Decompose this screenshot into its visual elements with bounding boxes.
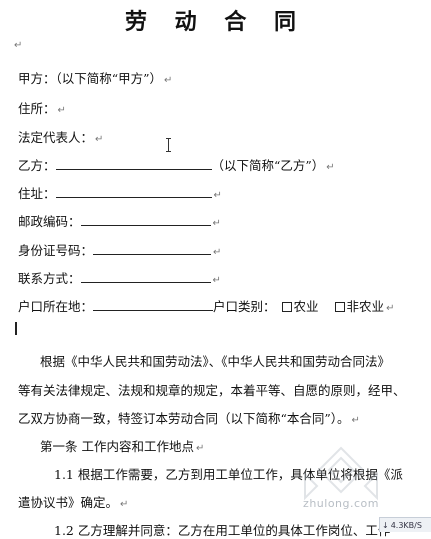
agri-checkbox[interactable] bbox=[281, 302, 292, 312]
party-a-line[interactable]: 甲方：（以下简称“甲方”） ↵ bbox=[18, 68, 172, 87]
clause-1-1-line-2-text: 遣协议书》确定。 bbox=[18, 495, 119, 510]
id-number-line[interactable]: 身份证号码： ↵ bbox=[18, 240, 221, 259]
household-type-label: 户口类别： bbox=[213, 299, 276, 314]
contact-line[interactable]: 联系方式： ↵ bbox=[18, 268, 221, 287]
postal-code-label: 邮政编码： bbox=[18, 214, 81, 229]
address-label: 住址： bbox=[18, 186, 56, 201]
paragraph-mark: ↵ bbox=[351, 415, 360, 426]
paragraph-mark: ↵ bbox=[213, 190, 222, 201]
party-b-suffix: （以下简称“乙方”） bbox=[211, 158, 325, 173]
paragraph-mark: ↵ bbox=[120, 499, 129, 510]
clause-1-1-line-2: 遣协议书》确定。 ↵ bbox=[18, 492, 128, 511]
text-caret bbox=[15, 322, 17, 335]
paragraph-mark: ↵ bbox=[57, 105, 66, 116]
ibeam-cursor-icon bbox=[166, 138, 171, 152]
residence-label: 住所： bbox=[18, 101, 56, 116]
household-line[interactable]: 户口所在地： 户口类别： 农业 非农业 ↵ bbox=[18, 296, 394, 315]
paragraph-mark: ↵ bbox=[213, 247, 222, 258]
download-speed-indicator: ↓ 4.3KB/S bbox=[379, 517, 431, 532]
party-b-label: 乙方： bbox=[18, 158, 56, 173]
id-number-blank[interactable] bbox=[93, 242, 212, 255]
address-line[interactable]: 住址： ↵ bbox=[18, 183, 222, 202]
paragraph-mark: ↵ bbox=[326, 162, 335, 173]
party-b-line[interactable]: 乙方： （以下简称“乙方”） ↵ bbox=[18, 155, 335, 174]
paragraph-mark: ↵ bbox=[95, 134, 104, 145]
residence-line[interactable]: 住所： ↵ bbox=[18, 98, 66, 117]
legal-rep-line[interactable]: 法定代表人： ↵ bbox=[18, 127, 103, 146]
clause-1-2-line-1: 1.2 乙方理解并同意：乙方在用工单位的具体工作岗位、工作 bbox=[54, 523, 391, 538]
non-agri-checkbox[interactable] bbox=[334, 302, 345, 312]
intro-paragraph-line-3-text: 乙双方协商一致，特签订本劳动合同（以下简称“本合同”）。 bbox=[18, 411, 350, 426]
non-agri-option-label: 非农业 bbox=[346, 299, 385, 314]
household-label: 户口所在地： bbox=[18, 299, 94, 314]
contact-label: 联系方式： bbox=[18, 271, 81, 286]
postal-code-blank[interactable] bbox=[80, 213, 211, 226]
legal-rep-label: 法定代表人： bbox=[18, 130, 94, 145]
postal-code-line[interactable]: 邮政编码： ↵ bbox=[18, 211, 221, 230]
paragraph-mark: ↵ bbox=[386, 303, 395, 314]
download-arrow-icon: ↓ bbox=[382, 520, 389, 530]
agri-option-label: 农业 bbox=[293, 299, 319, 314]
id-number-label: 身份证号码： bbox=[18, 243, 94, 258]
document-page: 劳 动 合 同 ↵ 甲方：（以下简称“甲方”） ↵ 住所： ↵ 法定代表人： ↵ 乙方… bbox=[0, 0, 431, 538]
download-speed-text: 4.3KB/S bbox=[390, 520, 422, 530]
contact-blank[interactable] bbox=[80, 270, 211, 283]
paragraph-mark: ↵ bbox=[14, 40, 23, 51]
article-1-heading-text: 第一条 工作内容和工作地点 bbox=[40, 439, 194, 454]
article-1-heading: 第一条 工作内容和工作地点 ↵ bbox=[40, 436, 204, 455]
paragraph-mark: ↵ bbox=[212, 218, 221, 229]
party-a-label: 甲方：（以下简称“甲方”） bbox=[18, 71, 163, 86]
paragraph-mark: ↵ bbox=[164, 75, 173, 86]
intro-paragraph-line-1: 根据《中华人民共和国劳动法》、《中华人民共和国劳动合同法》 bbox=[40, 354, 391, 369]
party-b-blank[interactable] bbox=[55, 157, 212, 170]
household-blank[interactable] bbox=[93, 298, 214, 311]
paragraph-mark: ↵ bbox=[195, 443, 205, 454]
intro-paragraph-line-3: 乙双方协商一致，特签订本劳动合同（以下简称“本合同”）。 ↵ bbox=[18, 408, 360, 427]
address-blank[interactable] bbox=[55, 185, 212, 198]
intro-paragraph-line-2: 等有关法律规定、法规和规章的规定，本着平等、自愿的原则，经甲、 bbox=[18, 383, 406, 398]
paragraph-mark: ↵ bbox=[212, 275, 221, 286]
page-title: 劳 动 合 同 bbox=[125, 9, 306, 35]
watermark-text: zhulong.com bbox=[303, 497, 379, 510]
